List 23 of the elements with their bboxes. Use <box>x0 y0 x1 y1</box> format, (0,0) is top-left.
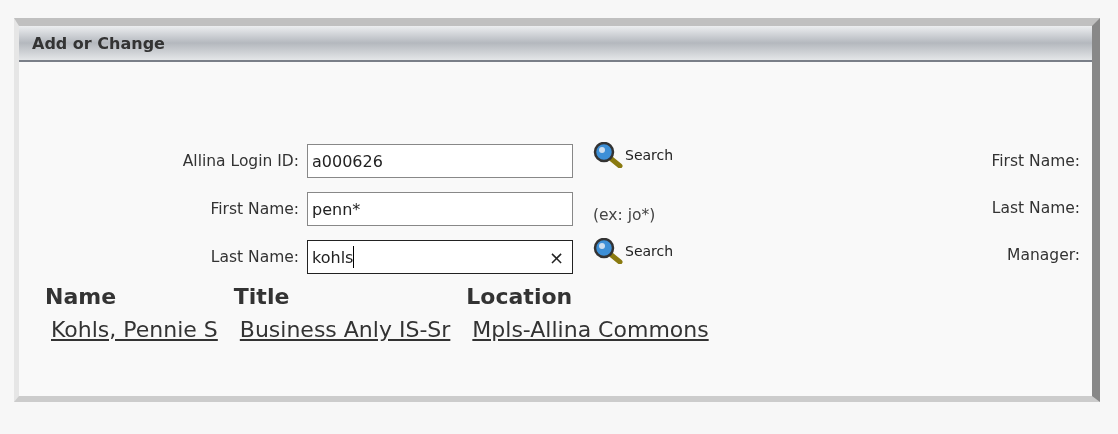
search-button[interactable]: Search <box>593 238 701 264</box>
field-label: Last Name: <box>209 248 299 266</box>
result-link[interactable]: Business Anly IS-Sr <box>239 317 451 342</box>
column-header: Location <box>466 284 574 309</box>
detail-label: Manager: <box>1007 246 1080 264</box>
column-header: Title <box>233 284 291 309</box>
panel-title: Add or Change <box>19 26 1092 62</box>
field-label: First Name: <box>209 200 299 218</box>
search-button[interactable]: Search <box>593 142 701 168</box>
text-cursor <box>353 246 355 268</box>
input-field[interactable]: a000626 <box>307 144 573 178</box>
magnifier-icon <box>593 238 623 264</box>
clear-button[interactable]: × <box>548 246 564 268</box>
result-link[interactable]: Mpls-Allina Commons <box>472 317 709 342</box>
detail-label: First Name: <box>991 152 1080 170</box>
magnifier-icon <box>593 142 623 168</box>
field-label: Allina Login ID: <box>181 152 299 170</box>
hint-text: (ex: jo*) <box>593 206 657 224</box>
column-header: Name <box>45 284 118 309</box>
detail-label: Last Name: <box>991 199 1080 217</box>
result-link[interactable]: Kohls, Pennie S <box>51 317 218 342</box>
input-field[interactable]: kohls × <box>307 240 573 274</box>
input-field[interactable]: penn* <box>307 192 573 226</box>
